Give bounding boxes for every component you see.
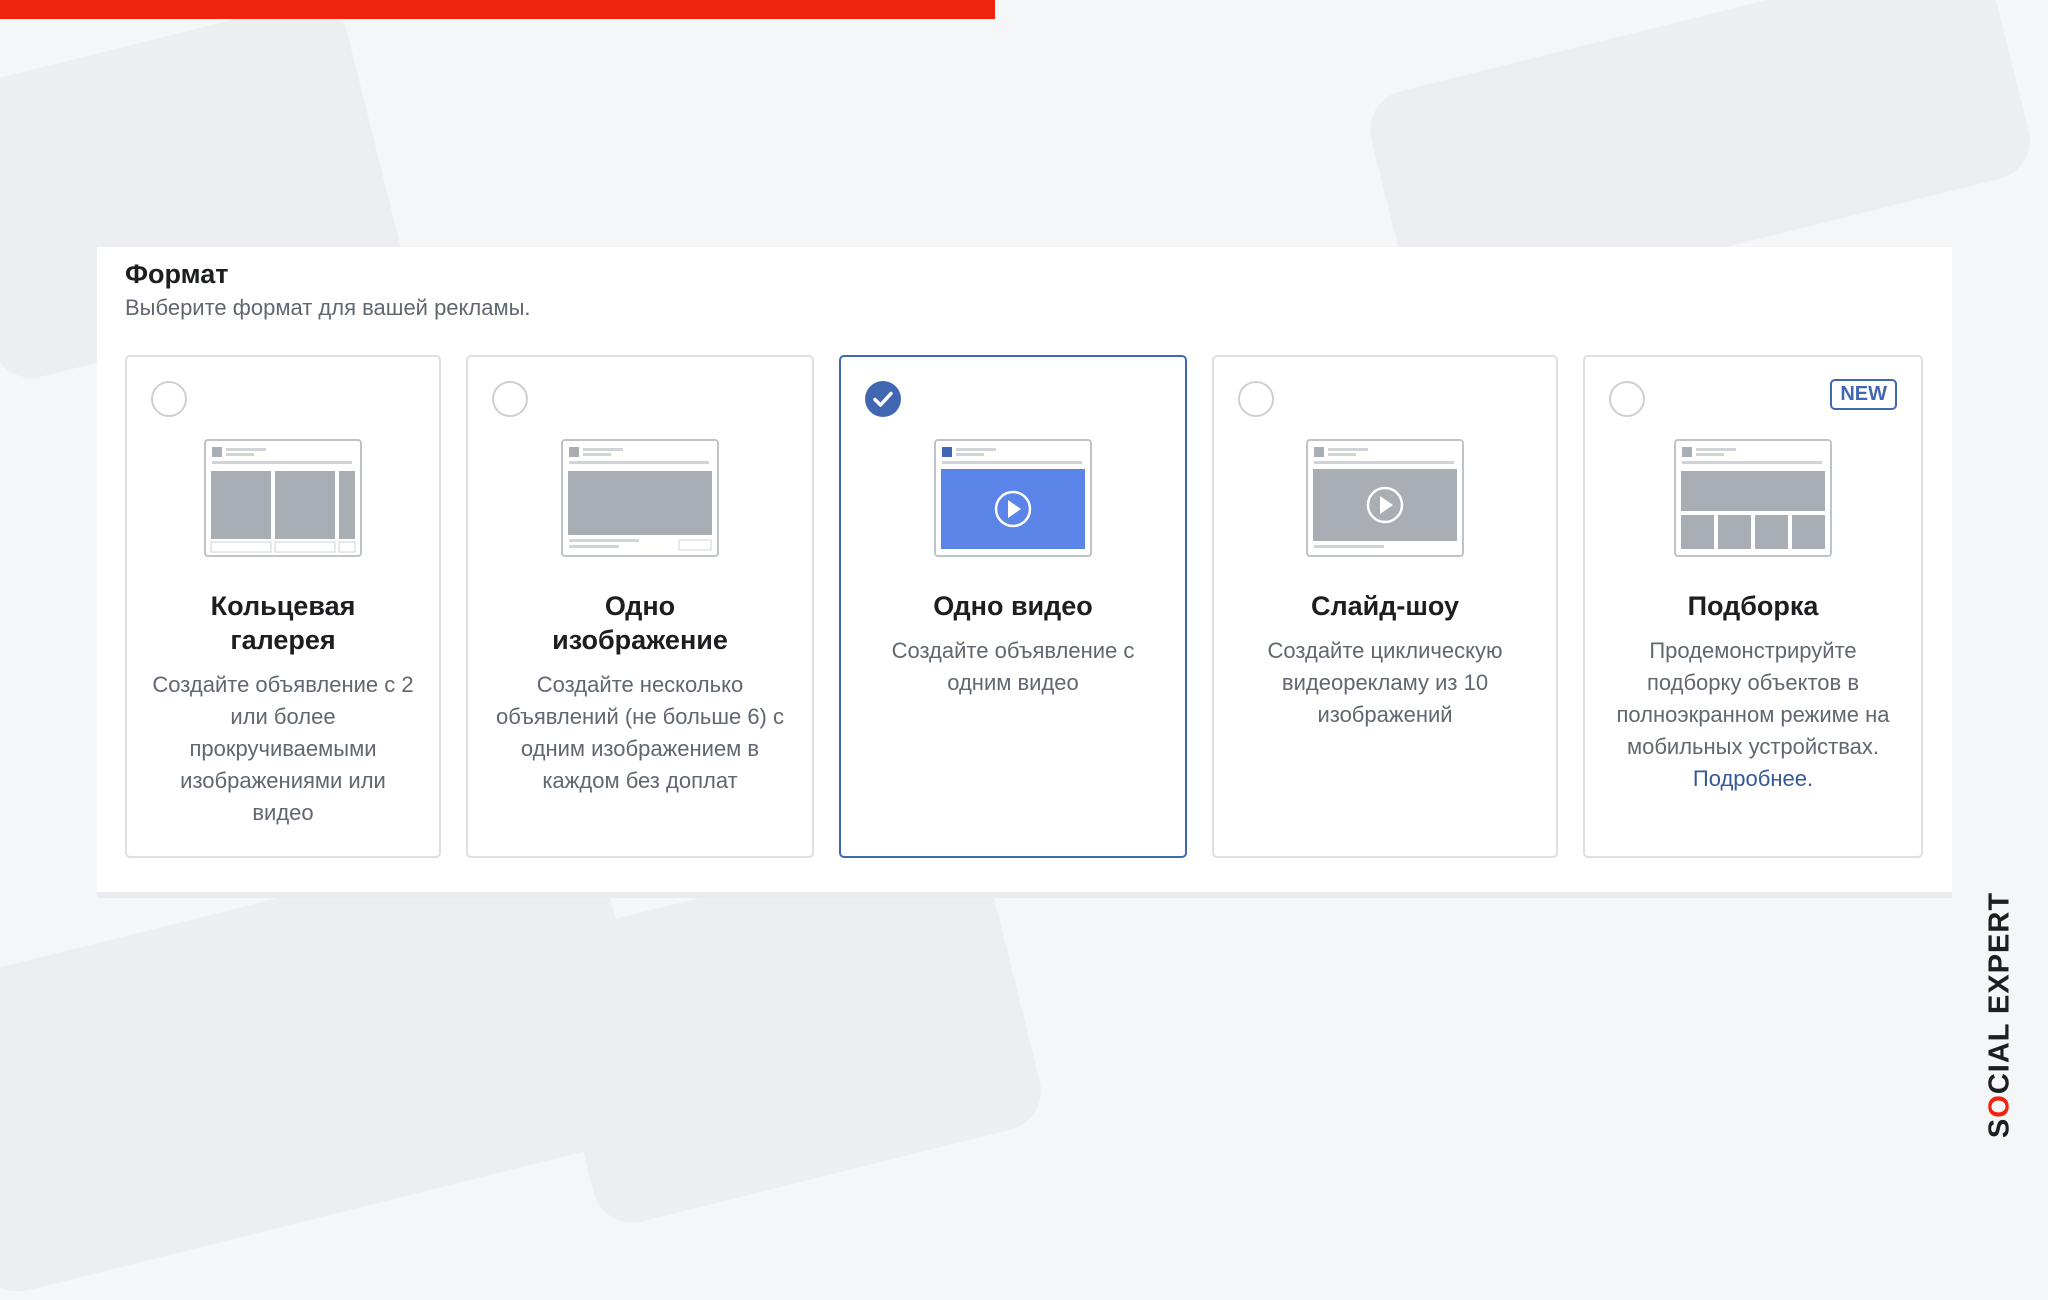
card-description: Продемонстрируйте подборку объектов в по… xyxy=(1585,635,1921,795)
format-options: Кольцевая галерея Создайте объявление с … xyxy=(125,355,1923,858)
section-subtitle: Выберите формат для вашей рекламы. xyxy=(125,295,531,320)
learn-more-link[interactable]: Подробнее. xyxy=(1607,763,1899,795)
single-video-thumbnail-icon xyxy=(934,439,1092,557)
carousel-thumbnail-icon xyxy=(204,439,362,557)
slideshow-thumbnail-icon xyxy=(1306,439,1464,557)
new-badge: NEW xyxy=(1830,379,1897,410)
card-description: Создайте объявление с 2 или более прокру… xyxy=(152,672,414,825)
format-card-single-image[interactable]: Одно изображение Создайте несколько объя… xyxy=(466,355,814,858)
format-card-slideshow[interactable]: Слайд-шоу Создайте циклическую видеорекл… xyxy=(1212,355,1558,858)
card-description: Создайте объявление с одним видео xyxy=(891,638,1135,695)
format-panel: Формат Выберите формат для вашей рекламы… xyxy=(97,247,1952,898)
card-description: Создайте циклическую видеорекламу из 10 … xyxy=(1267,638,1503,727)
top-accent-bar xyxy=(0,0,995,19)
radio-button[interactable] xyxy=(1609,381,1645,417)
check-icon xyxy=(873,391,893,407)
radio-button-checked[interactable] xyxy=(865,381,901,417)
card-description: Создайте несколько объявлений (не больше… xyxy=(495,672,784,793)
card-title: Подборка xyxy=(1687,591,1819,621)
format-card-collection[interactable]: NEW Подборка Продемонстрируйте подборку … xyxy=(1583,355,1923,858)
collection-thumbnail-icon xyxy=(1674,439,1832,557)
section-title: Формат xyxy=(125,259,229,289)
card-title: Кольцевая галерея xyxy=(210,591,356,655)
single-image-thumbnail-icon xyxy=(561,439,719,557)
card-title: Слайд-шоу xyxy=(1310,591,1460,621)
logo-dot-icon: O xyxy=(1983,1094,2016,1118)
logo-text: SOCIAL EXPERT xyxy=(1983,891,2016,1139)
card-title: Одно видео xyxy=(933,591,1093,621)
radio-button[interactable] xyxy=(1238,381,1274,417)
social-expert-logo: SOCIAL EXPERT xyxy=(1970,890,2030,1140)
format-card-carousel[interactable]: Кольцевая галерея Создайте объявление с … xyxy=(125,355,441,858)
format-card-single-video[interactable]: Одно видео Создайте объявление с одним в… xyxy=(839,355,1187,858)
radio-button[interactable] xyxy=(151,381,187,417)
radio-button[interactable] xyxy=(492,381,528,417)
card-title: Одно изображение xyxy=(552,591,728,655)
card-description-text: Продемонстрируйте подборку объектов в по… xyxy=(1616,638,1890,759)
